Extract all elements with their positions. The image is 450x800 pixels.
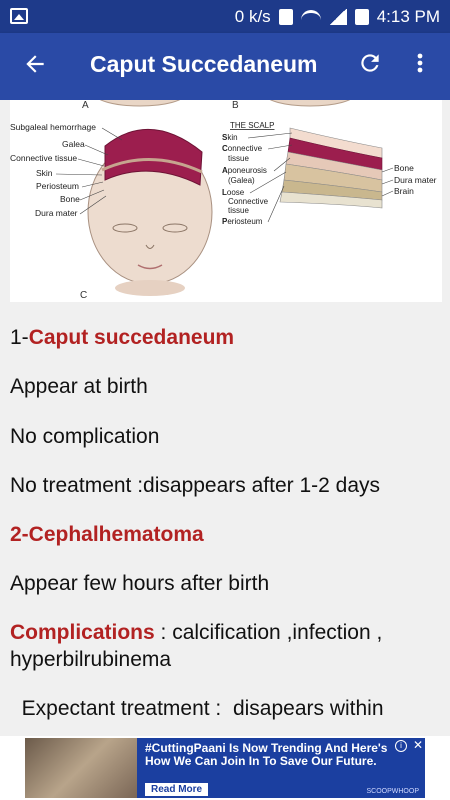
item1-line3: No treatment :disappears after 1-2 days [10,474,381,497]
scalp-brain: Brain [394,186,414,196]
refresh-button[interactable] [355,50,385,80]
gallery-notification-icon [10,8,28,24]
label-galea: Galea [62,139,85,149]
ad-read-more-button[interactable]: Read More [145,783,209,796]
clock: 4:13 PM [376,6,440,26]
item2-title: 2-Cephalhematoma [10,523,204,546]
label-skin: Skin [36,168,53,178]
item1-heading: 1-Caput succedaneum [10,326,234,350]
wifi-icon [300,9,321,24]
scalp-skin-rest: kin [227,133,237,142]
arrow-left-icon [26,55,44,73]
scalp-galea: (Galea) [228,176,255,185]
svg-text:Aponeurosis: Aponeurosis [222,166,267,175]
scalp-aponeurosis-rest: poneurosis [228,166,267,175]
scalp-connective-rest: onnective [228,144,263,153]
item1-line2: No complication [10,425,160,448]
panel-c-label: C [80,290,87,301]
svg-text:Skin: Skin [222,133,238,142]
label-subgaleal: Subgaleal hemorrhage [10,122,96,132]
svg-text:Loose: Loose [222,188,245,197]
expectant-treatment: Expectant treatment : disapears within [10,697,384,720]
page-title: Caput Succedaneum [90,51,318,77]
item1-prefix: 1- [10,326,29,349]
scalp-bone: Bone [394,163,414,173]
item1-title: Caput succedaneum [28,326,235,349]
ad-image [25,738,137,798]
scalp-connective-2: tissue [228,154,249,163]
status-icons: 0 k/s 4:13 PM [235,0,440,33]
label-connective-tissue: Connective tissue [10,153,77,163]
ad-banner: #CuttingPaani Is Now Trending And Here's… [0,736,450,800]
anatomy-illustration: A B C Subgaleal hemorrhage Galea Connect… [10,100,437,301]
ad-info-icon[interactable]: i [395,740,407,752]
scalp-loose-3: tissue [228,206,249,215]
complications-label: Complications [10,621,155,644]
complications-text: : calcification ,infection , [154,621,383,644]
item1-line1: Appear at birth [10,375,148,398]
app-bar: Caput Succedaneum [0,33,450,100]
complications-line: Complications : calcification ,infection… [10,621,382,645]
scalp-anatomy-figure: A B C Subgaleal hemorrhage Galea Connect… [10,100,442,302]
complications-text2: hyperbilrubinema [10,648,172,671]
overflow-menu-button[interactable] [410,50,430,80]
ad-line2: How We Can Join In To Save Our Future. [145,754,377,768]
signal-icon [328,8,347,25]
svg-text:Connective: Connective [222,144,263,153]
status-bar: 0 k/s 4:13 PM [0,0,450,33]
more-vertical-icon [417,53,423,73]
article-content[interactable]: A B C Subgaleal hemorrhage Galea Connect… [0,100,450,736]
scalp-dura-mater: Dura mater [394,175,437,185]
label-periosteum: Periosteum [36,181,79,191]
ad-close-icon[interactable]: ✕ [413,739,423,751]
net-speed: 0 k/s [234,6,271,26]
scalp-periosteum-rest: eriosteum [227,217,262,226]
back-button[interactable] [20,51,50,81]
label-dura-mater: Dura mater [35,208,78,218]
ad-headline: #CuttingPaani Is Now Trending And Here's… [145,742,415,768]
ad-creative[interactable]: #CuttingPaani Is Now Trending And Here's… [25,738,425,798]
panel-a-label: A [82,100,89,111]
battery-icon [354,8,369,25]
label-bone: Bone [60,194,80,204]
scalp-loose-rest: oose [227,188,245,197]
vibrate-icon [278,8,293,25]
item2-line1: Appear few hours after birth [10,572,270,595]
refresh-icon [361,54,379,72]
scalp-title: THE SCALP [230,121,274,130]
panel-b-label: B [232,100,239,111]
ad-brand: SCOOPWHOOP [366,788,419,795]
scalp-loose-2: Connective [228,197,269,206]
svg-text:Periosteum: Periosteum [222,217,263,226]
